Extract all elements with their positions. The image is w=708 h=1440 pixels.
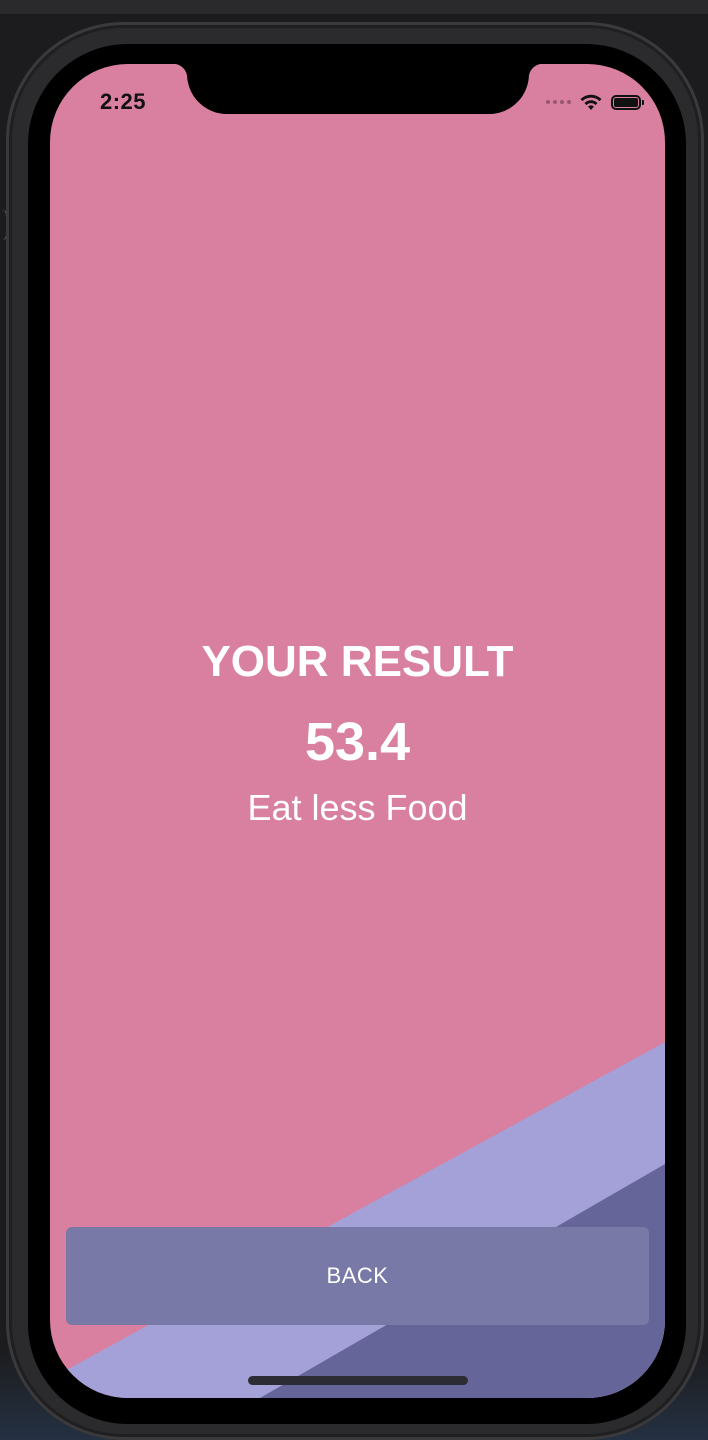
battery-icon: [611, 94, 644, 110]
result-title: YOUR RESULT: [201, 637, 514, 686]
status-bar-time: 2:25: [100, 89, 147, 114]
wifi-icon: [579, 93, 603, 111]
device-notch: [173, 64, 543, 114]
home-indicator[interactable]: [248, 1376, 468, 1385]
app-screen: 2:25 YOUR RESULT 53.4 Eat less Food BACK: [50, 64, 665, 1398]
cellular-signal-icon: [546, 100, 571, 104]
result-section: YOUR RESULT 53.4 Eat less Food: [50, 634, 665, 832]
back-button[interactable]: BACK: [66, 1227, 649, 1325]
result-advice: Eat less Food: [247, 787, 468, 828]
desktop-backdrop-top: [0, 0, 708, 14]
status-bar-icons: [546, 92, 644, 112]
bmi-value: 53.4: [304, 712, 411, 772]
